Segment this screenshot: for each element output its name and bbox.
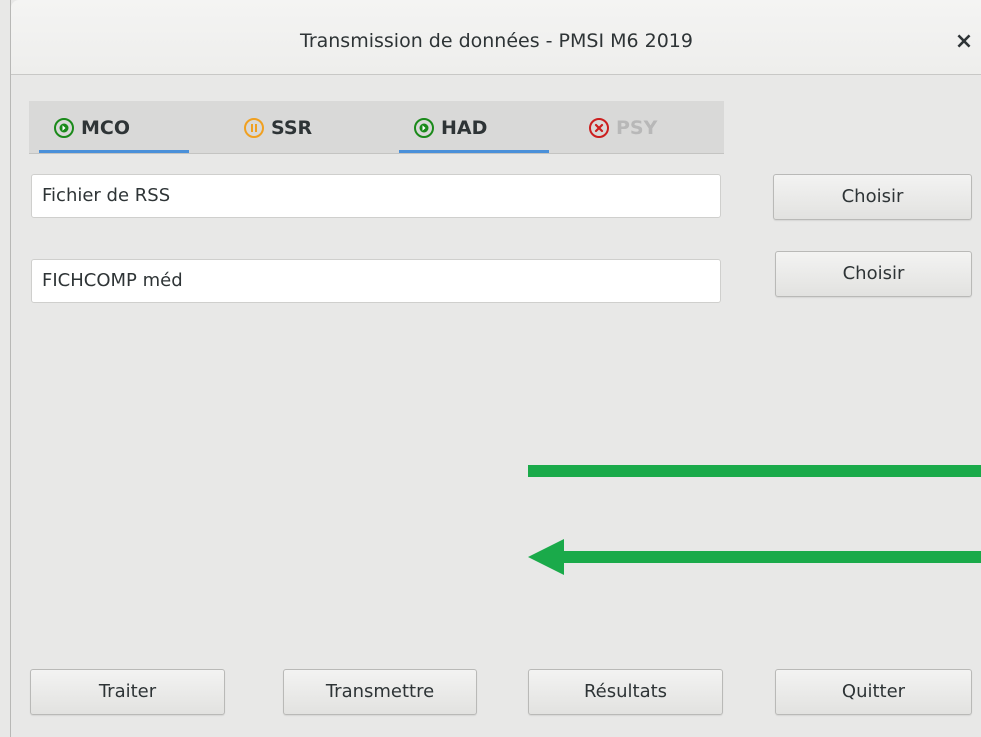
green-arrow-shaft	[554, 551, 981, 563]
tab-active-indicator	[39, 150, 189, 153]
close-button[interactable]: ×	[952, 30, 976, 54]
green-line	[528, 465, 981, 477]
arrow-right-circle-icon	[53, 117, 75, 139]
title-bar: Transmission de données - PMSI M6 2019 ×	[11, 0, 981, 75]
rss-file-field[interactable]: Fichier de RSS	[31, 174, 721, 218]
transmit-button[interactable]: Transmettre	[283, 669, 477, 715]
results-button[interactable]: Résultats	[528, 669, 723, 715]
window-title: Transmission de données - PMSI M6 2019	[300, 30, 693, 52]
tab-label-mco: MCO	[81, 117, 131, 139]
process-button[interactable]: Traiter	[30, 669, 225, 715]
tab-label-had: HAD	[441, 117, 488, 139]
choose-fichcomp-button[interactable]: Choisir	[775, 251, 972, 297]
arrow-right-circle-icon	[413, 117, 435, 139]
pause-circle-icon	[243, 117, 265, 139]
green-arrow-head	[528, 539, 564, 575]
x-circle-icon	[588, 117, 610, 139]
tab-bar: MCO SSR HAD PSY	[29, 101, 724, 154]
dialog-window: Transmission de données - PMSI M6 2019 ×…	[10, 0, 981, 737]
tab-ssr[interactable]: SSR	[219, 101, 369, 153]
tab-mco[interactable]: MCO	[29, 101, 189, 153]
tab-psy[interactable]: PSY	[564, 101, 714, 153]
fichcomp-file-field[interactable]: FICHCOMP méd	[31, 259, 721, 303]
tab-label-ssr: SSR	[271, 117, 313, 139]
green-arrows	[528, 465, 981, 575]
tab-label-psy: PSY	[616, 117, 658, 139]
choose-rss-button[interactable]: Choisir	[773, 174, 972, 220]
tab-active-indicator	[399, 150, 549, 153]
tab-had[interactable]: HAD	[389, 101, 549, 153]
quit-button[interactable]: Quitter	[775, 669, 972, 715]
